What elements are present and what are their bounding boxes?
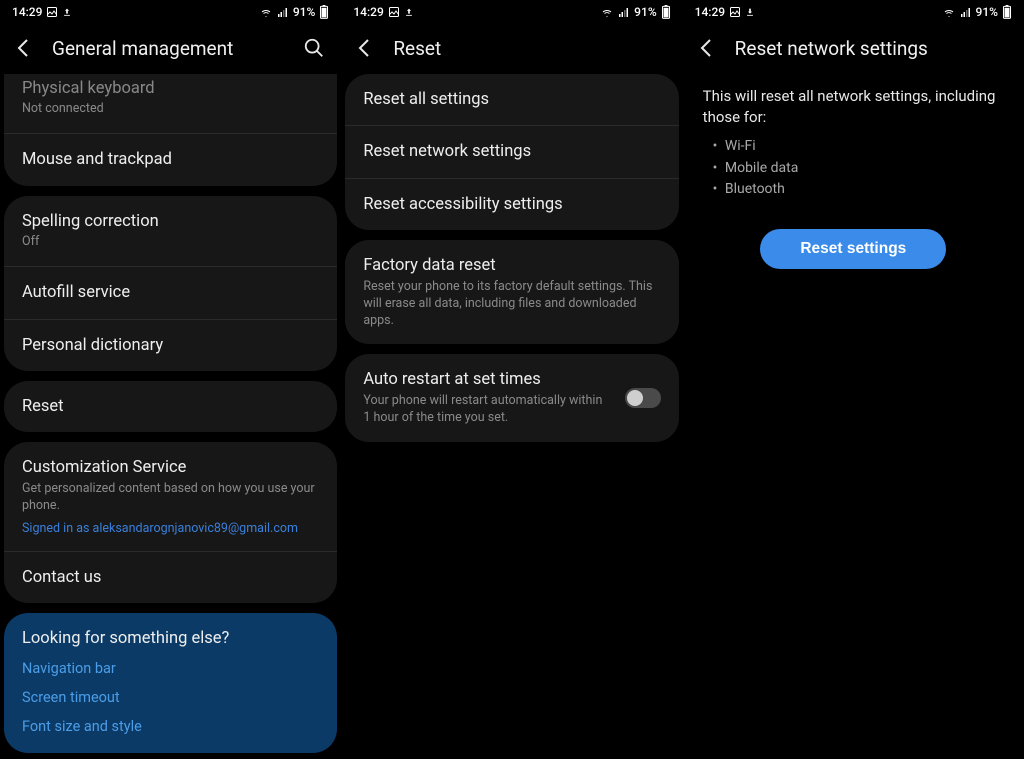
item-title: Autofill service <box>22 282 319 303</box>
image-icon <box>388 6 400 18</box>
suggest-link-navigation-bar[interactable]: Navigation bar <box>22 660 319 677</box>
item-title: Auto restart at set times <box>363 369 610 390</box>
item-subtitle: Reset your phone to its factory default … <box>363 279 660 330</box>
item-title: Reset network settings <box>363 141 660 162</box>
header: Reset <box>341 24 682 74</box>
card-customization: Customization Service Get personalized c… <box>4 442 337 603</box>
auto-restart-toggle[interactable] <box>625 388 661 408</box>
suggest-link-screen-timeout[interactable]: Screen timeout <box>22 689 319 706</box>
download-icon <box>745 6 755 18</box>
page-title: Reset network settings <box>735 37 1008 60</box>
card-text-services: Spelling correction Off Autofill service… <box>4 196 337 371</box>
item-title: Mouse and trackpad <box>22 149 319 170</box>
item-signin-link: Signed in as aleksandarognjanovic89@gmai… <box>22 521 319 536</box>
status-time: 14:29 <box>353 5 383 19</box>
signal-icon <box>277 6 289 18</box>
description-text: This will reset all network settings, in… <box>703 86 1004 128</box>
item-autofill-service[interactable]: Autofill service <box>4 267 337 319</box>
item-subtitle: Off <box>22 234 319 251</box>
item-contact-us[interactable]: Contact us <box>4 552 337 603</box>
battery-icon <box>661 5 671 19</box>
page-title: General management <box>52 37 303 60</box>
item-auto-restart[interactable]: Auto restart at set times Your phone wil… <box>345 354 678 441</box>
item-reset-network-settings[interactable]: Reset network settings <box>345 126 678 178</box>
upload-icon <box>404 6 414 18</box>
bullet-mobile-data: Mobile data <box>713 158 1004 180</box>
item-subtitle: Your phone will restart automatically wi… <box>363 393 610 427</box>
item-reset-accessibility-settings[interactable]: Reset accessibility settings <box>345 179 678 230</box>
status-bar: 14:29 91% <box>0 0 341 24</box>
card-auto-restart: Auto restart at set times Your phone wil… <box>345 354 678 441</box>
wifi-icon <box>600 6 614 18</box>
header: General management <box>0 24 341 74</box>
status-battery-pct: 91% <box>634 5 656 19</box>
item-personal-dictionary[interactable]: Personal dictionary <box>4 320 337 371</box>
phone-panel-reset: 14:29 91% Reset <box>341 0 682 759</box>
search-icon[interactable] <box>303 37 325 59</box>
item-title: Contact us <box>22 567 319 588</box>
status-battery-pct: 91% <box>976 5 998 19</box>
back-icon[interactable] <box>353 36 377 60</box>
signal-icon <box>618 6 630 18</box>
card-suggestions: Looking for something else? Navigation b… <box>4 613 337 753</box>
item-reset[interactable]: Reset <box>4 381 337 432</box>
item-subtitle: Get personalized content based on how yo… <box>22 481 319 515</box>
bullet-wifi: Wi-Fi <box>713 136 1004 158</box>
back-icon[interactable] <box>12 36 36 60</box>
item-reset-all-settings[interactable]: Reset all settings <box>345 74 678 126</box>
upload-icon <box>62 6 72 18</box>
item-physical-keyboard[interactable]: Physical keyboard Not connected <box>4 74 337 134</box>
status-time: 14:29 <box>695 5 725 19</box>
wifi-icon <box>259 6 273 18</box>
item-subtitle: Not connected <box>22 101 319 118</box>
phone-panel-reset-network: 14:29 91% Reset network settings <box>683 0 1024 759</box>
reset-network-description: This will reset all network settings, in… <box>683 74 1024 201</box>
item-title: Spelling correction <box>22 211 319 232</box>
bullet-bluetooth: Bluetooth <box>713 179 1004 201</box>
phone-panel-general-management: 14:29 91% General management <box>0 0 341 759</box>
suggest-link-font-size[interactable]: Font size and style <box>22 718 319 735</box>
item-title: Customization Service <box>22 457 319 478</box>
card-reset-options: Reset all settings Reset network setting… <box>345 74 678 230</box>
image-icon <box>729 6 741 18</box>
header: Reset network settings <box>683 24 1024 74</box>
wifi-icon <box>942 6 956 18</box>
back-icon[interactable] <box>695 36 719 60</box>
signal-icon <box>960 6 972 18</box>
item-title: Reset all settings <box>363 89 660 110</box>
item-spelling-correction[interactable]: Spelling correction Off <box>4 196 337 267</box>
image-icon <box>46 6 58 18</box>
item-title: Reset accessibility settings <box>363 194 660 215</box>
status-time: 14:29 <box>12 5 42 19</box>
status-bar: 14:29 91% <box>341 0 682 24</box>
suggest-heading: Looking for something else? <box>22 629 319 648</box>
page-title: Reset <box>393 37 666 60</box>
item-factory-data-reset[interactable]: Factory data reset Reset your phone to i… <box>345 240 678 344</box>
item-title: Factory data reset <box>363 255 660 276</box>
battery-icon <box>319 5 329 19</box>
battery-icon <box>1002 5 1012 19</box>
item-title: Reset <box>22 396 319 417</box>
item-title: Physical keyboard <box>22 78 319 99</box>
card-factory-reset: Factory data reset Reset your phone to i… <box>345 240 678 344</box>
card-input-devices: Physical keyboard Not connected Mouse an… <box>4 74 337 186</box>
bullet-list: Wi-Fi Mobile data Bluetooth <box>703 128 1004 201</box>
reset-settings-button[interactable]: Reset settings <box>760 229 946 269</box>
card-reset: Reset <box>4 381 337 432</box>
item-customization-service[interactable]: Customization Service Get personalized c… <box>4 442 337 551</box>
item-mouse-trackpad[interactable]: Mouse and trackpad <box>4 134 337 185</box>
status-bar: 14:29 91% <box>683 0 1024 24</box>
status-battery-pct: 91% <box>293 5 315 19</box>
item-title: Personal dictionary <box>22 335 319 356</box>
